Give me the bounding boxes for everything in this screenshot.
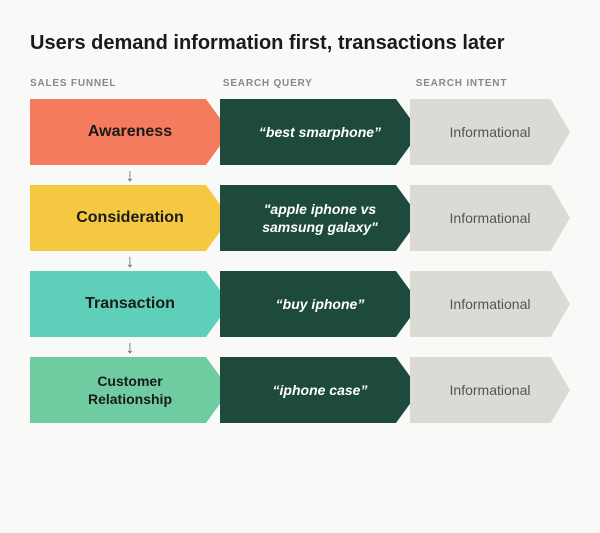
query-awareness: “best smarphone” bbox=[220, 99, 420, 165]
funnel-awareness: Awareness bbox=[30, 99, 230, 165]
column-headers: SALES FUNNEL SEARCH QUERY SEARCH INTENT bbox=[30, 78, 570, 89]
query-customer: “iphone case” bbox=[220, 357, 420, 423]
intent-consideration: Informational bbox=[410, 185, 570, 251]
funnel-transaction: Transaction bbox=[30, 271, 230, 337]
down-arrow-2: ↓ bbox=[30, 251, 230, 271]
col-header-sales-funnel: SALES FUNNEL bbox=[30, 78, 223, 89]
intent-awareness: Informational bbox=[410, 99, 570, 165]
row-awareness: Awareness “best smarphone” Informational… bbox=[30, 99, 570, 185]
row-customer: Customer Relationship “iphone case” Info… bbox=[30, 357, 570, 423]
intent-transaction: Informational bbox=[410, 271, 570, 337]
rows-container: Awareness “best smarphone” Informational… bbox=[30, 99, 570, 423]
col-header-search-intent: SEARCH INTENT bbox=[416, 78, 570, 89]
down-arrow-1: ↓ bbox=[30, 165, 230, 185]
row-transaction: Transaction “buy iphone” Informational ↓ bbox=[30, 271, 570, 357]
col-header-search-query: SEARCH QUERY bbox=[223, 78, 416, 89]
funnel-consideration: Consideration bbox=[30, 185, 230, 251]
query-consideration: "apple iphone vs samsung galaxy" bbox=[220, 185, 420, 251]
funnel-customer: Customer Relationship bbox=[30, 357, 230, 423]
page-title: Users demand information first, transact… bbox=[30, 30, 570, 56]
down-arrow-3: ↓ bbox=[30, 337, 230, 357]
query-transaction: “buy iphone” bbox=[220, 271, 420, 337]
row-consideration: Consideration "apple iphone vs samsung g… bbox=[30, 185, 570, 271]
intent-customer: Informational bbox=[410, 357, 570, 423]
